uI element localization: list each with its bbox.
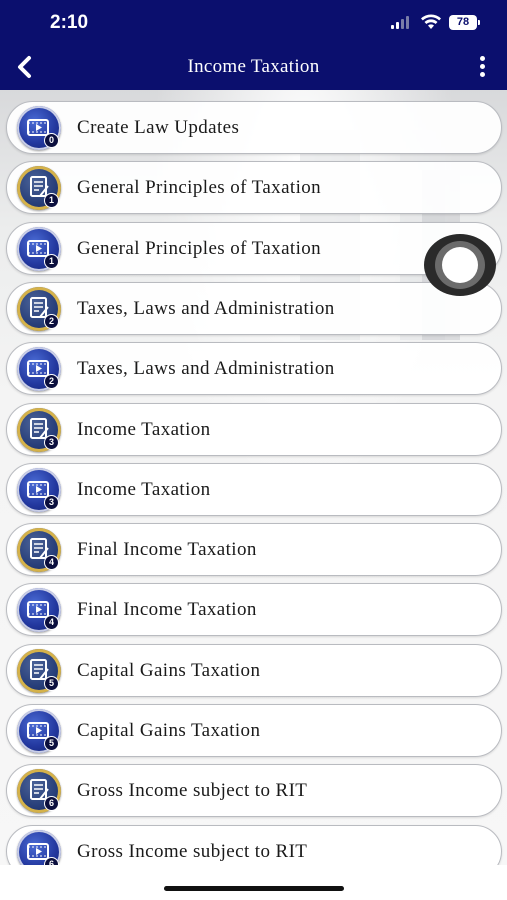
video-icon: 0 bbox=[17, 106, 61, 150]
more-vertical-icon bbox=[474, 56, 490, 77]
item-badge: 5 bbox=[44, 736, 59, 751]
list-item-label: General Principles of Taxation bbox=[77, 177, 322, 199]
list-item-label: Gross Income subject to RIT bbox=[77, 840, 308, 862]
list-item[interactable]: 5 Capital Gains Taxation bbox=[6, 643, 502, 697]
list-item-label: General Principles of Taxation bbox=[77, 237, 322, 259]
list-item-label: Taxes, Laws and Administration bbox=[77, 358, 335, 380]
item-badge: 6 bbox=[44, 796, 59, 812]
document-icon: 6 bbox=[17, 769, 61, 814]
list-item-label: Capital Gains Taxation bbox=[77, 659, 261, 681]
document-icon: 1 bbox=[17, 166, 61, 211]
more-options-button[interactable] bbox=[474, 56, 490, 80]
list-item-label: Capital Gains Taxation bbox=[77, 720, 261, 741]
list-item[interactable]: 2 Taxes, Laws and Administration bbox=[6, 342, 502, 396]
item-badge: 4 bbox=[44, 555, 59, 571]
home-indicator[interactable] bbox=[164, 886, 344, 891]
video-icon: 3 bbox=[17, 467, 61, 512]
list-item-label: Create Law Updates bbox=[77, 117, 240, 138]
list-item[interactable]: 1 General Principles of Taxation bbox=[6, 161, 502, 215]
video-icon: 5 bbox=[17, 709, 61, 753]
page-title: Income Taxation bbox=[187, 56, 320, 77]
list-item-label: Final Income Taxation bbox=[77, 539, 257, 561]
battery-level: 78 bbox=[456, 16, 470, 28]
video-icon: 4 bbox=[17, 588, 61, 633]
list-item-label: Final Income Taxation bbox=[77, 599, 257, 621]
list-item-label: Taxes, Laws and Administration bbox=[77, 297, 335, 319]
video-icon: 6 bbox=[17, 829, 61, 865]
list-item-label: Gross Income subject to RIT bbox=[77, 780, 308, 802]
list-item[interactable]: 6 Gross Income subject to RIT bbox=[6, 764, 502, 818]
item-badge: 4 bbox=[44, 615, 59, 631]
document-icon: 5 bbox=[17, 648, 61, 693]
list-item[interactable]: 4 Final Income Taxation bbox=[6, 583, 502, 637]
document-icon: 2 bbox=[17, 286, 61, 331]
document-icon: 4 bbox=[17, 528, 61, 573]
item-badge: 1 bbox=[44, 193, 59, 209]
wifi-icon bbox=[421, 14, 441, 29]
navigation-bar: Income Taxation bbox=[0, 44, 507, 90]
list-item[interactable]: 3 Income Taxation bbox=[6, 462, 502, 516]
list-item[interactable]: 3 Income Taxation bbox=[6, 402, 502, 456]
item-badge: 2 bbox=[44, 374, 59, 390]
list-item[interactable]: 5 Capital Gains Taxation bbox=[6, 704, 502, 757]
item-badge: 3 bbox=[44, 494, 59, 510]
document-icon: 3 bbox=[17, 407, 61, 452]
list-item[interactable]: 4 Final Income Taxation bbox=[6, 523, 502, 577]
item-badge: 0 bbox=[44, 133, 59, 148]
video-icon: 1 bbox=[17, 226, 61, 271]
list-item[interactable]: 2 Taxes, Laws and Administration bbox=[6, 281, 502, 335]
status-bar: 2:10 78 bbox=[0, 0, 507, 44]
list-item[interactable]: 6 Gross Income subject to RIT bbox=[6, 824, 502, 865]
status-time: 2:10 bbox=[50, 12, 89, 33]
item-badge: 1 bbox=[44, 253, 59, 269]
assistive-touch-button[interactable] bbox=[424, 234, 496, 296]
list-item[interactable]: 0 Create Law Updates bbox=[6, 101, 502, 154]
item-badge: 5 bbox=[44, 675, 59, 691]
item-badge: 6 bbox=[44, 856, 59, 865]
topic-list[interactable]: 0 Create Law Updates 1 General Principles o… bbox=[0, 90, 507, 865]
battery-icon: 78 bbox=[449, 15, 480, 30]
cellular-signal-icon bbox=[391, 16, 411, 29]
item-badge: 2 bbox=[44, 313, 59, 329]
list-item-label: Income Taxation bbox=[77, 478, 211, 500]
list-item-label: Income Taxation bbox=[77, 418, 211, 440]
item-badge: 3 bbox=[44, 434, 59, 450]
video-icon: 2 bbox=[17, 347, 61, 392]
